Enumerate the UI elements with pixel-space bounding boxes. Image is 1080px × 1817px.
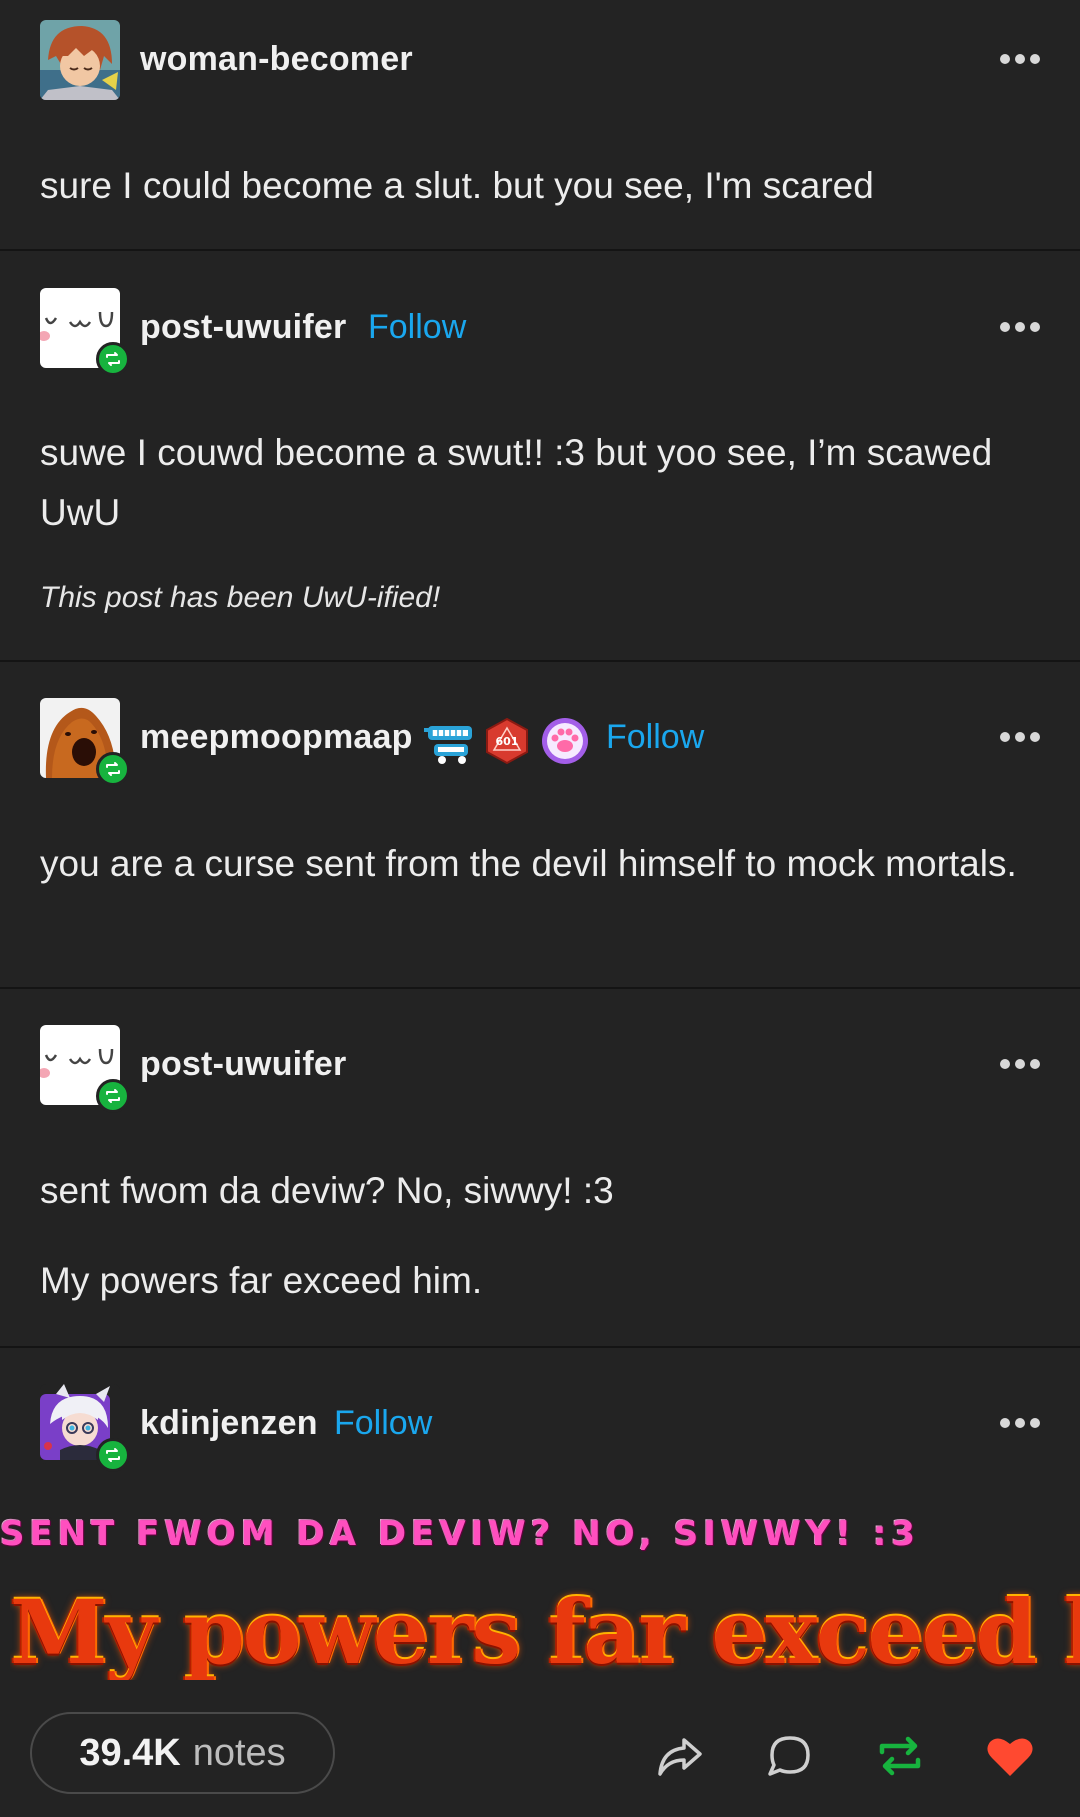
username[interactable]: woman-becomer (140, 40, 413, 79)
notes-button[interactable]: 39.4K notes (30, 1712, 335, 1794)
reblog-badge-icon (96, 342, 130, 376)
d20-badge-icon[interactable]: 601 (482, 716, 532, 766)
post-header: meepmoopmaap 601 Follow (40, 698, 1040, 786)
avatar[interactable] (40, 1025, 130, 1113)
username[interactable]: post-uwuifer (140, 308, 346, 347)
post-post-uwuifer: post-uwuifer Follow suwe I couwd become … (0, 251, 1080, 661)
uwuified-note: This post has been UwU-ified! (40, 581, 441, 614)
post-header: kdinjenzen Follow (40, 1384, 1040, 1472)
more-options-icon[interactable] (1000, 1049, 1040, 1079)
username[interactable]: meepmoopmaap (140, 718, 413, 757)
pink-styled-text: SENT FWOM DA DEVIW? NO, SIWWY! :3 (0, 1514, 921, 1554)
paw-badge-icon[interactable] (540, 716, 590, 766)
avatar[interactable] (40, 1384, 130, 1472)
d20-badge-text: 601 (496, 735, 519, 748)
notes-label: notes (192, 1731, 286, 1774)
post-header: post-uwuifer Follow (40, 288, 1040, 376)
post-woman-becomer: woman-becomer sure I could become a slut… (0, 0, 1080, 250)
follow-button[interactable]: Follow (606, 718, 704, 757)
reblog-badge-icon (96, 1438, 130, 1472)
more-options-icon[interactable] (1000, 44, 1040, 74)
share-icon[interactable] (652, 1728, 708, 1784)
fire-styled-text: My powers far exceed him. (10, 1580, 1080, 1680)
post-text-line-2: My powers far exceed him. (40, 1260, 483, 1301)
avatar-image (40, 20, 120, 100)
avatar[interactable] (40, 20, 120, 100)
follow-button[interactable]: Follow (368, 308, 466, 347)
post-text: you are a curse sent from the devil hims… (40, 843, 1017, 884)
post-text-line-1: sent fwom da deviw? No, siwwy! :3 (40, 1170, 614, 1211)
reblog-badge-icon (96, 1079, 130, 1113)
post-header: woman-becomer (40, 20, 1040, 100)
teeth-badge-icon[interactable] (424, 716, 480, 766)
post-text: suwe I couwd become a swut!! :3 but yoo … (40, 432, 993, 533)
post-header: post-uwuifer (40, 1025, 1040, 1113)
like-icon[interactable] (982, 1728, 1038, 1784)
username[interactable]: post-uwuifer (140, 1045, 346, 1084)
post-footer: 39.4K notes (0, 1700, 1080, 1817)
more-options-icon[interactable] (1000, 312, 1040, 342)
avatar[interactable] (40, 698, 130, 786)
follow-button[interactable]: Follow (334, 1404, 432, 1443)
more-options-icon[interactable] (1000, 1408, 1040, 1438)
post-meepmoopmaap: meepmoopmaap 601 Follow you are a curse … (0, 662, 1080, 988)
avatar[interactable] (40, 288, 130, 376)
username[interactable]: kdinjenzen (140, 1404, 318, 1443)
post-text: sure I could become a slut. but you see,… (40, 165, 874, 206)
reblog-badge-icon (96, 752, 130, 786)
comment-icon[interactable] (762, 1728, 818, 1784)
notes-count: 39.4K (79, 1731, 181, 1774)
post-post-uwuifer-2: post-uwuifer sent fwom da deviw? No, siw… (0, 989, 1080, 1347)
more-options-icon[interactable] (1000, 722, 1040, 752)
reblog-icon[interactable] (872, 1728, 928, 1784)
